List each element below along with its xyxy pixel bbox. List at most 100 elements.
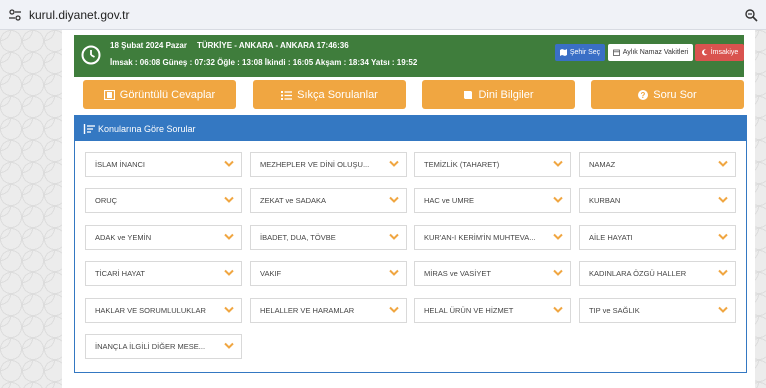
- topic-label: VAKIF: [260, 269, 282, 278]
- topic-label: TİCARİ HAYAT: [95, 269, 146, 278]
- topic-dropdown[interactable]: ORUÇ: [85, 188, 242, 213]
- chevron-down-icon: [553, 269, 563, 276]
- topic-label: HELALLER VE HARAMLAR: [260, 306, 355, 315]
- topic-dropdown[interactable]: HAKLAR VE SORUMLULUKLAR: [85, 298, 242, 323]
- topic-dropdown[interactable]: TİCARİ HAYAT: [85, 261, 242, 286]
- book-icon: [464, 90, 473, 99]
- chevron-down-icon: [718, 233, 728, 240]
- map-icon: [559, 49, 567, 56]
- question-icon: ?: [638, 89, 649, 100]
- chevron-down-icon: [718, 269, 728, 276]
- topic-dropdown[interactable]: KUR'AN-I KERİM'İN MUHTEVA...: [414, 225, 571, 250]
- chevron-down-icon: [718, 306, 728, 313]
- religious-info-button[interactable]: Dini Bilgiler: [422, 80, 575, 109]
- topic-label: İNANÇLA İLGİLİ DİĞER MESE...: [95, 342, 206, 351]
- zoom-icon[interactable]: [744, 8, 758, 22]
- topic-label: HAC ve UMRE: [424, 196, 475, 205]
- decorative-pattern-left: [0, 30, 62, 388]
- video-answers-button[interactable]: Görüntülü Cevaplar: [83, 80, 236, 109]
- topic-label: ZEKAT ve SADAKA: [260, 196, 326, 205]
- topic-label: TEMİZLİK (TAHARET): [424, 160, 500, 169]
- topic-dropdown[interactable]: AİLE HAYATI: [579, 225, 736, 250]
- topic-label: TIP ve SAĞLIK: [589, 306, 640, 315]
- topic-dropdown[interactable]: KURBAN: [579, 188, 736, 213]
- topic-dropdown[interactable]: NAMAZ: [579, 152, 736, 177]
- topic-label: İSLAM İNANCI: [95, 160, 146, 169]
- url-text[interactable]: kurul.diyanet.gov.tr: [29, 8, 130, 22]
- topic-dropdown[interactable]: ZEKAT ve SADAKA: [250, 188, 407, 213]
- faq-button[interactable]: Sıkça Sorulanlar: [253, 80, 406, 109]
- city-select-label: Şehir Seç: [569, 49, 601, 56]
- topics-panel-title: Konularına Göre Sorular: [98, 123, 196, 134]
- moon-icon: [701, 49, 708, 56]
- date-location-line: 18 Şubat 2024 Pazar TÜRKİYE - ANKARA - AN…: [110, 41, 349, 50]
- topic-label: KUR'AN-I KERİM'İN MUHTEVA...: [424, 233, 536, 242]
- imsakiye-label: İmsakiye: [710, 49, 739, 56]
- topic-label: MEZHEPLER VE DİNİ OLUŞU...: [260, 160, 370, 169]
- chevron-down-icon: [553, 306, 563, 313]
- topic-dropdown[interactable]: TIP ve SAĞLIK: [579, 298, 736, 323]
- monthly-prayer-times-button[interactable]: Aylık Namaz Vakitleri: [608, 44, 693, 61]
- topic-dropdown[interactable]: İSLAM İNANCI: [85, 152, 242, 177]
- chevron-down-icon: [389, 160, 399, 167]
- topic-dropdown[interactable]: HELALLER VE HARAMLAR: [250, 298, 407, 323]
- topic-label: HAKLAR VE SORUMLULUKLAR: [95, 306, 206, 315]
- topic-dropdown[interactable]: TEMİZLİK (TAHARET): [414, 152, 571, 177]
- chevron-down-icon: [553, 196, 563, 203]
- list-icon: [281, 90, 293, 100]
- browser-address-bar[interactable]: kurul.diyanet.gov.tr: [0, 0, 766, 30]
- sort-list-icon: [83, 123, 95, 134]
- svg-text:?: ?: [641, 91, 646, 100]
- topics-panel-header: Konularına Göre Sorular: [75, 116, 746, 141]
- topic-dropdown[interactable]: İNANÇLA İLGİLİ DİĞER MESE...: [85, 334, 242, 359]
- topic-dropdown[interactable]: KADINLARA ÖZGÜ HALLER: [579, 261, 736, 286]
- calendar-icon: [612, 49, 620, 56]
- religious-info-label: Dini Bilgiler: [478, 88, 534, 101]
- location-time: TÜRKİYE - ANKARA - ANKARA 17:46:36: [196, 41, 349, 50]
- faq-label: Sıkça Sorulanlar: [297, 88, 378, 101]
- topic-dropdown[interactable]: ADAK ve YEMİN: [85, 225, 242, 250]
- current-date: 18 Şubat 2024 Pazar: [110, 41, 187, 50]
- chevron-down-icon: [389, 269, 399, 276]
- chevron-down-icon: [553, 160, 563, 167]
- chevron-down-icon: [389, 196, 399, 203]
- chevron-down-icon: [224, 306, 234, 313]
- prayer-times-bar: 18 Şubat 2024 Pazar TÜRKİYE - ANKARA - AN…: [74, 35, 744, 77]
- topic-dropdown[interactable]: MEZHEPLER VE DİNİ OLUŞU...: [250, 152, 407, 177]
- site-settings-icon[interactable]: [8, 8, 22, 22]
- topic-dropdown[interactable]: HELAL ÜRÜN VE HİZMET: [414, 298, 571, 323]
- chevron-down-icon: [224, 160, 234, 167]
- chevron-down-icon: [389, 306, 399, 313]
- topic-label: ORUÇ: [95, 196, 118, 205]
- topics-panel: Konularına Göre Sorular İSLAM İNANCI MEZH…: [74, 115, 747, 373]
- clock-icon: [81, 45, 101, 65]
- monthly-prayer-times-label: Aylık Namaz Vakitleri: [622, 49, 689, 56]
- film-icon: [103, 89, 115, 100]
- topic-label: İBADET, DUA, TÖVBE: [260, 233, 336, 242]
- topic-label: MİRAS ve VASİYET: [424, 269, 491, 278]
- city-select-button[interactable]: Şehir Seç: [555, 44, 605, 61]
- topic-label: KADINLARA ÖZGÜ HALLER: [589, 269, 687, 278]
- topic-label: KURBAN: [589, 196, 621, 205]
- chevron-down-icon: [224, 342, 234, 349]
- ask-question-button[interactable]: ? Soru Sor: [591, 80, 744, 109]
- chevron-down-icon: [224, 233, 234, 240]
- chevron-down-icon: [553, 233, 563, 240]
- chevron-down-icon: [389, 233, 399, 240]
- topic-label: NAMAZ: [589, 160, 616, 169]
- chevron-down-icon: [224, 269, 234, 276]
- page-content: 18 Şubat 2024 Pazar TÜRKİYE - ANKARA - AN…: [62, 30, 755, 388]
- chevron-down-icon: [718, 196, 728, 203]
- chevron-down-icon: [718, 160, 728, 167]
- prayer-times: İmsak : 06:08 Güneş : 07:32 Öğle : 13:08…: [110, 58, 418, 67]
- topic-dropdown[interactable]: HAC ve UMRE: [414, 188, 571, 213]
- topic-label: AİLE HAYATI: [589, 233, 633, 242]
- imsakiye-button[interactable]: İmsakiye: [695, 44, 744, 61]
- video-answers-label: Görüntülü Cevaplar: [119, 88, 216, 101]
- topic-dropdown[interactable]: MİRAS ve VASİYET: [414, 261, 571, 286]
- topic-dropdown[interactable]: VAKIF: [250, 261, 407, 286]
- topic-dropdown[interactable]: İBADET, DUA, TÖVBE: [250, 225, 407, 250]
- topic-label: ADAK ve YEMİN: [95, 233, 152, 242]
- ask-question-label: Soru Sor: [653, 88, 697, 101]
- topic-label: HELAL ÜRÜN VE HİZMET: [424, 306, 514, 315]
